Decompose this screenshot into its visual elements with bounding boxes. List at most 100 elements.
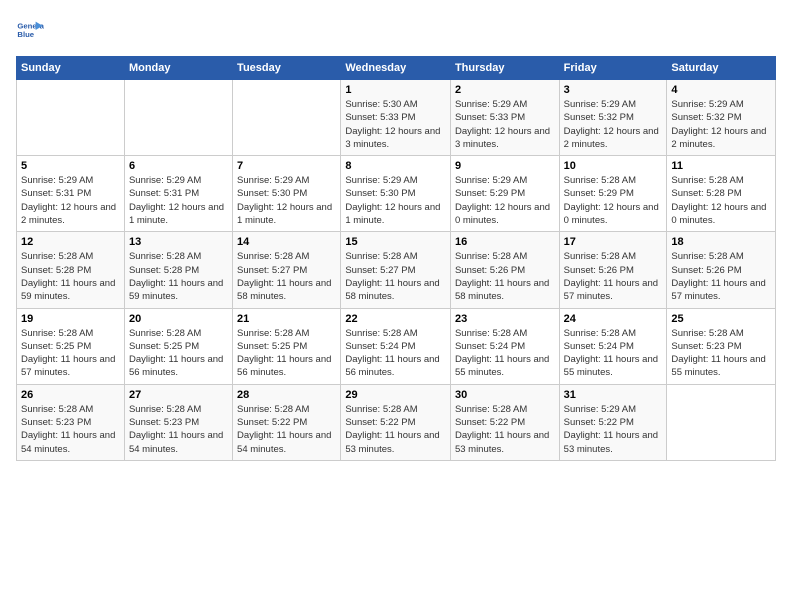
day-number: 16 bbox=[455, 236, 555, 248]
day-info: Sunrise: 5:28 AMSunset: 5:28 PMDaylight:… bbox=[129, 250, 228, 303]
day-number: 13 bbox=[129, 236, 228, 248]
day-info: Sunrise: 5:28 AMSunset: 5:24 PMDaylight:… bbox=[345, 327, 446, 380]
calendar-cell: 10 Sunrise: 5:28 AMSunset: 5:29 PMDayligh… bbox=[559, 156, 667, 232]
calendar-cell: 5 Sunrise: 5:29 AMSunset: 5:31 PMDaylight… bbox=[17, 156, 125, 232]
calendar-cell: 25 Sunrise: 5:28 AMSunset: 5:23 PMDayligh… bbox=[667, 308, 776, 384]
day-number: 24 bbox=[564, 313, 663, 325]
day-number: 4 bbox=[671, 84, 771, 96]
day-number: 22 bbox=[345, 313, 446, 325]
day-number: 7 bbox=[237, 160, 336, 172]
day-info: Sunrise: 5:28 AMSunset: 5:22 PMDaylight:… bbox=[345, 403, 446, 456]
day-number: 20 bbox=[129, 313, 228, 325]
calendar-cell: 9 Sunrise: 5:29 AMSunset: 5:29 PMDaylight… bbox=[450, 156, 559, 232]
day-number: 5 bbox=[21, 160, 120, 172]
day-number: 31 bbox=[564, 389, 663, 401]
calendar-cell: 22 Sunrise: 5:28 AMSunset: 5:24 PMDayligh… bbox=[341, 308, 451, 384]
day-info: Sunrise: 5:29 AMSunset: 5:32 PMDaylight:… bbox=[564, 98, 663, 151]
day-of-week-header: Thursday bbox=[450, 57, 559, 80]
calendar-cell: 28 Sunrise: 5:28 AMSunset: 5:22 PMDayligh… bbox=[233, 384, 341, 460]
day-info: Sunrise: 5:29 AMSunset: 5:29 PMDaylight:… bbox=[455, 174, 555, 227]
day-info: Sunrise: 5:28 AMSunset: 5:24 PMDaylight:… bbox=[455, 327, 555, 380]
calendar-cell: 6 Sunrise: 5:29 AMSunset: 5:31 PMDaylight… bbox=[124, 156, 232, 232]
day-number: 27 bbox=[129, 389, 228, 401]
day-info: Sunrise: 5:28 AMSunset: 5:23 PMDaylight:… bbox=[671, 327, 771, 380]
day-info: Sunrise: 5:28 AMSunset: 5:25 PMDaylight:… bbox=[129, 327, 228, 380]
day-number: 10 bbox=[564, 160, 663, 172]
day-number: 19 bbox=[21, 313, 120, 325]
calendar-cell: 16 Sunrise: 5:28 AMSunset: 5:26 PMDayligh… bbox=[450, 232, 559, 308]
logo: General Blue bbox=[16, 16, 48, 44]
day-info: Sunrise: 5:30 AMSunset: 5:33 PMDaylight:… bbox=[345, 98, 446, 151]
day-info: Sunrise: 5:28 AMSunset: 5:26 PMDaylight:… bbox=[455, 250, 555, 303]
calendar-cell: 1 Sunrise: 5:30 AMSunset: 5:33 PMDaylight… bbox=[341, 80, 451, 156]
day-info: Sunrise: 5:28 AMSunset: 5:26 PMDaylight:… bbox=[564, 250, 663, 303]
day-number: 23 bbox=[455, 313, 555, 325]
calendar-cell: 18 Sunrise: 5:28 AMSunset: 5:26 PMDayligh… bbox=[667, 232, 776, 308]
day-of-week-header: Friday bbox=[559, 57, 667, 80]
day-number: 6 bbox=[129, 160, 228, 172]
svg-text:Blue: Blue bbox=[17, 30, 34, 39]
day-info: Sunrise: 5:28 AMSunset: 5:25 PMDaylight:… bbox=[21, 327, 120, 380]
calendar-cell bbox=[667, 384, 776, 460]
day-of-week-header: Sunday bbox=[17, 57, 125, 80]
day-number: 18 bbox=[671, 236, 771, 248]
day-info: Sunrise: 5:29 AMSunset: 5:31 PMDaylight:… bbox=[129, 174, 228, 227]
day-info: Sunrise: 5:29 AMSunset: 5:31 PMDaylight:… bbox=[21, 174, 120, 227]
day-number: 28 bbox=[237, 389, 336, 401]
calendar-table: SundayMondayTuesdayWednesdayThursdayFrid… bbox=[16, 56, 776, 461]
day-number: 15 bbox=[345, 236, 446, 248]
calendar-cell: 30Sunrise: 5:28 AMSunset: 5:22 PMDayligh… bbox=[450, 384, 559, 460]
day-info: Sunrise: 5:28 AMSunset: 5:24 PMDaylight:… bbox=[564, 327, 663, 380]
day-of-week-header: Tuesday bbox=[233, 57, 341, 80]
day-number: 11 bbox=[671, 160, 771, 172]
day-number: 9 bbox=[455, 160, 555, 172]
calendar-cell: 15 Sunrise: 5:28 AMSunset: 5:27 PMDayligh… bbox=[341, 232, 451, 308]
day-number: 21 bbox=[237, 313, 336, 325]
calendar-cell: 2Sunrise: 5:29 AMSunset: 5:33 PMDaylight… bbox=[450, 80, 559, 156]
day-info: Sunrise: 5:29 AMSunset: 5:30 PMDaylight:… bbox=[237, 174, 336, 227]
day-number: 17 bbox=[564, 236, 663, 248]
calendar-cell: 29 Sunrise: 5:28 AMSunset: 5:22 PMDayligh… bbox=[341, 384, 451, 460]
day-number: 14 bbox=[237, 236, 336, 248]
calendar-cell: 31 Sunrise: 5:29 AMSunset: 5:22 PMDayligh… bbox=[559, 384, 667, 460]
calendar-cell: 11 Sunrise: 5:28 AMSunset: 5:28 PMDayligh… bbox=[667, 156, 776, 232]
calendar-cell: 20 Sunrise: 5:28 AMSunset: 5:25 PMDayligh… bbox=[124, 308, 232, 384]
calendar-cell bbox=[17, 80, 125, 156]
day-info: Sunrise: 5:28 AMSunset: 5:28 PMDaylight:… bbox=[671, 174, 771, 227]
calendar-cell: 3 Sunrise: 5:29 AMSunset: 5:32 PMDaylight… bbox=[559, 80, 667, 156]
day-number: 25 bbox=[671, 313, 771, 325]
day-info: Sunrise: 5:28 AMSunset: 5:25 PMDaylight:… bbox=[237, 327, 336, 380]
calendar-cell bbox=[124, 80, 232, 156]
day-number: 2 bbox=[455, 84, 555, 96]
calendar-cell: 27Sunrise: 5:28 AMSunset: 5:23 PMDayligh… bbox=[124, 384, 232, 460]
calendar-cell: 26Sunrise: 5:28 AMSunset: 5:23 PMDayligh… bbox=[17, 384, 125, 460]
day-number: 3 bbox=[564, 84, 663, 96]
day-info: Sunrise: 5:29 AMSunset: 5:30 PMDaylight:… bbox=[345, 174, 446, 227]
day-info: Sunrise: 5:28 AMSunset: 5:27 PMDaylight:… bbox=[345, 250, 446, 303]
calendar-cell: 13 Sunrise: 5:28 AMSunset: 5:28 PMDayligh… bbox=[124, 232, 232, 308]
day-number: 29 bbox=[345, 389, 446, 401]
calendar-cell: 24 Sunrise: 5:28 AMSunset: 5:24 PMDayligh… bbox=[559, 308, 667, 384]
day-info: Sunrise: 5:28 AMSunset: 5:22 PMDaylight:… bbox=[237, 403, 336, 456]
day-info: Sunrise: 5:28 AMSunset: 5:23 PMDaylight:… bbox=[21, 403, 120, 456]
calendar-cell: 19 Sunrise: 5:28 AMSunset: 5:25 PMDayligh… bbox=[17, 308, 125, 384]
day-number: 8 bbox=[345, 160, 446, 172]
logo-icon: General Blue bbox=[16, 16, 44, 44]
calendar-cell: 17 Sunrise: 5:28 AMSunset: 5:26 PMDayligh… bbox=[559, 232, 667, 308]
calendar-cell: 4 Sunrise: 5:29 AMSunset: 5:32 PMDaylight… bbox=[667, 80, 776, 156]
calendar-cell bbox=[233, 80, 341, 156]
day-info: Sunrise: 5:28 AMSunset: 5:28 PMDaylight:… bbox=[21, 250, 120, 303]
day-info: Sunrise: 5:28 AMSunset: 5:29 PMDaylight:… bbox=[564, 174, 663, 227]
calendar-cell: 21 Sunrise: 5:28 AMSunset: 5:25 PMDayligh… bbox=[233, 308, 341, 384]
day-info: Sunrise: 5:29 AMSunset: 5:32 PMDaylight:… bbox=[671, 98, 771, 151]
day-info: Sunrise: 5:29 AMSunset: 5:22 PMDaylight:… bbox=[564, 403, 663, 456]
day-number: 12 bbox=[21, 236, 120, 248]
calendar-cell: 14 Sunrise: 5:28 AMSunset: 5:27 PMDayligh… bbox=[233, 232, 341, 308]
day-info: Sunrise: 5:28 AMSunset: 5:26 PMDaylight:… bbox=[671, 250, 771, 303]
day-of-week-header: Wednesday bbox=[341, 57, 451, 80]
calendar-cell: 12 Sunrise: 5:28 AMSunset: 5:28 PMDayligh… bbox=[17, 232, 125, 308]
day-info: Sunrise: 5:28 AMSunset: 5:27 PMDaylight:… bbox=[237, 250, 336, 303]
day-number: 1 bbox=[345, 84, 446, 96]
calendar-cell: 8 Sunrise: 5:29 AMSunset: 5:30 PMDaylight… bbox=[341, 156, 451, 232]
calendar-cell: 7 Sunrise: 5:29 AMSunset: 5:30 PMDaylight… bbox=[233, 156, 341, 232]
